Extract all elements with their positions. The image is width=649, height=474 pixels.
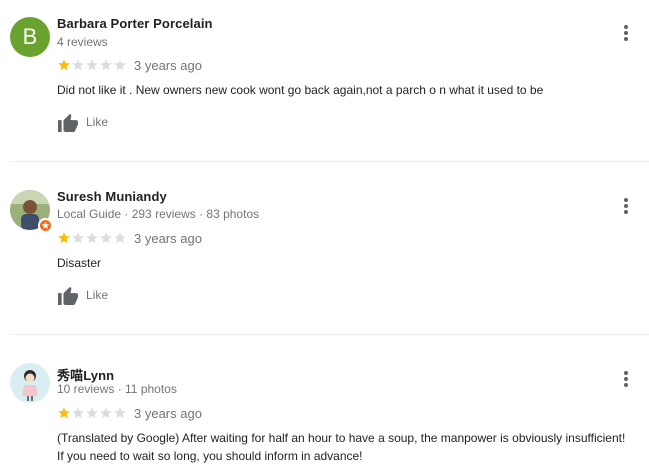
avatar[interactable] (10, 190, 53, 233)
like-label: Like (86, 115, 109, 129)
reviewer-meta: Local Guide · 293 reviews · 83 photos (57, 207, 259, 221)
star-empty-icon (86, 59, 98, 71)
local-guide-badge-icon (38, 218, 53, 233)
more-options-icon[interactable] (619, 23, 633, 43)
thumbs-up-icon (58, 286, 78, 305)
reviewer-name[interactable]: Barbara Porter Porcelain (57, 16, 213, 31)
reviewer-meta: 4 reviews (57, 35, 108, 49)
star-empty-icon (72, 59, 84, 71)
star-empty-icon (100, 407, 112, 419)
review-time: 3 years ago (134, 58, 202, 73)
reviewer-counts: · 293 reviews · 83 photos (121, 207, 260, 221)
review-card: 秀喵Lynn 10 reviews · 11 photos 3 years ag… (0, 335, 649, 474)
more-options-icon[interactable] (619, 196, 633, 216)
reviewer-name[interactable]: Suresh Muniandy (57, 189, 167, 204)
review-text: Disaster (57, 256, 102, 270)
star-rating (57, 406, 127, 420)
like-button[interactable]: Like (57, 284, 108, 306)
review-card: Suresh Muniandy Local Guide · 293 review… (0, 162, 649, 332)
star-empty-icon (114, 232, 126, 244)
star-empty-icon (86, 407, 98, 419)
star-empty-icon (114, 59, 126, 71)
star-empty-icon (72, 407, 84, 419)
star-filled-icon (58, 59, 70, 71)
like-button[interactable]: Like (57, 111, 108, 133)
avatar[interactable] (10, 363, 50, 403)
star-empty-icon (72, 232, 84, 244)
star-empty-icon (100, 59, 112, 71)
star-filled-icon (58, 407, 70, 419)
review-text: (Translated by Google) After waiting for… (57, 431, 626, 463)
star-empty-icon (86, 232, 98, 244)
review-card: B Barbara Porter Porcelain 4 reviews 3 y… (0, 0, 649, 160)
more-options-icon[interactable] (619, 369, 633, 389)
avatar-photo (10, 363, 50, 403)
avatar[interactable]: B (10, 17, 50, 57)
local-guide-label: Local Guide (57, 207, 122, 221)
star-filled-icon (58, 232, 70, 244)
star-rating (57, 231, 127, 245)
review-text: Did not like it . New owners new cook wo… (57, 83, 544, 97)
review-time: 3 years ago (134, 406, 202, 421)
star-empty-icon (100, 232, 112, 244)
reviewer-meta: 10 reviews · 11 photos (57, 382, 177, 396)
avatar-letter: B (10, 17, 50, 57)
thumbs-up-icon (58, 113, 78, 132)
like-label: Like (86, 288, 109, 302)
star-empty-icon (114, 407, 126, 419)
star-rating (57, 58, 127, 72)
review-time: 3 years ago (134, 231, 202, 246)
